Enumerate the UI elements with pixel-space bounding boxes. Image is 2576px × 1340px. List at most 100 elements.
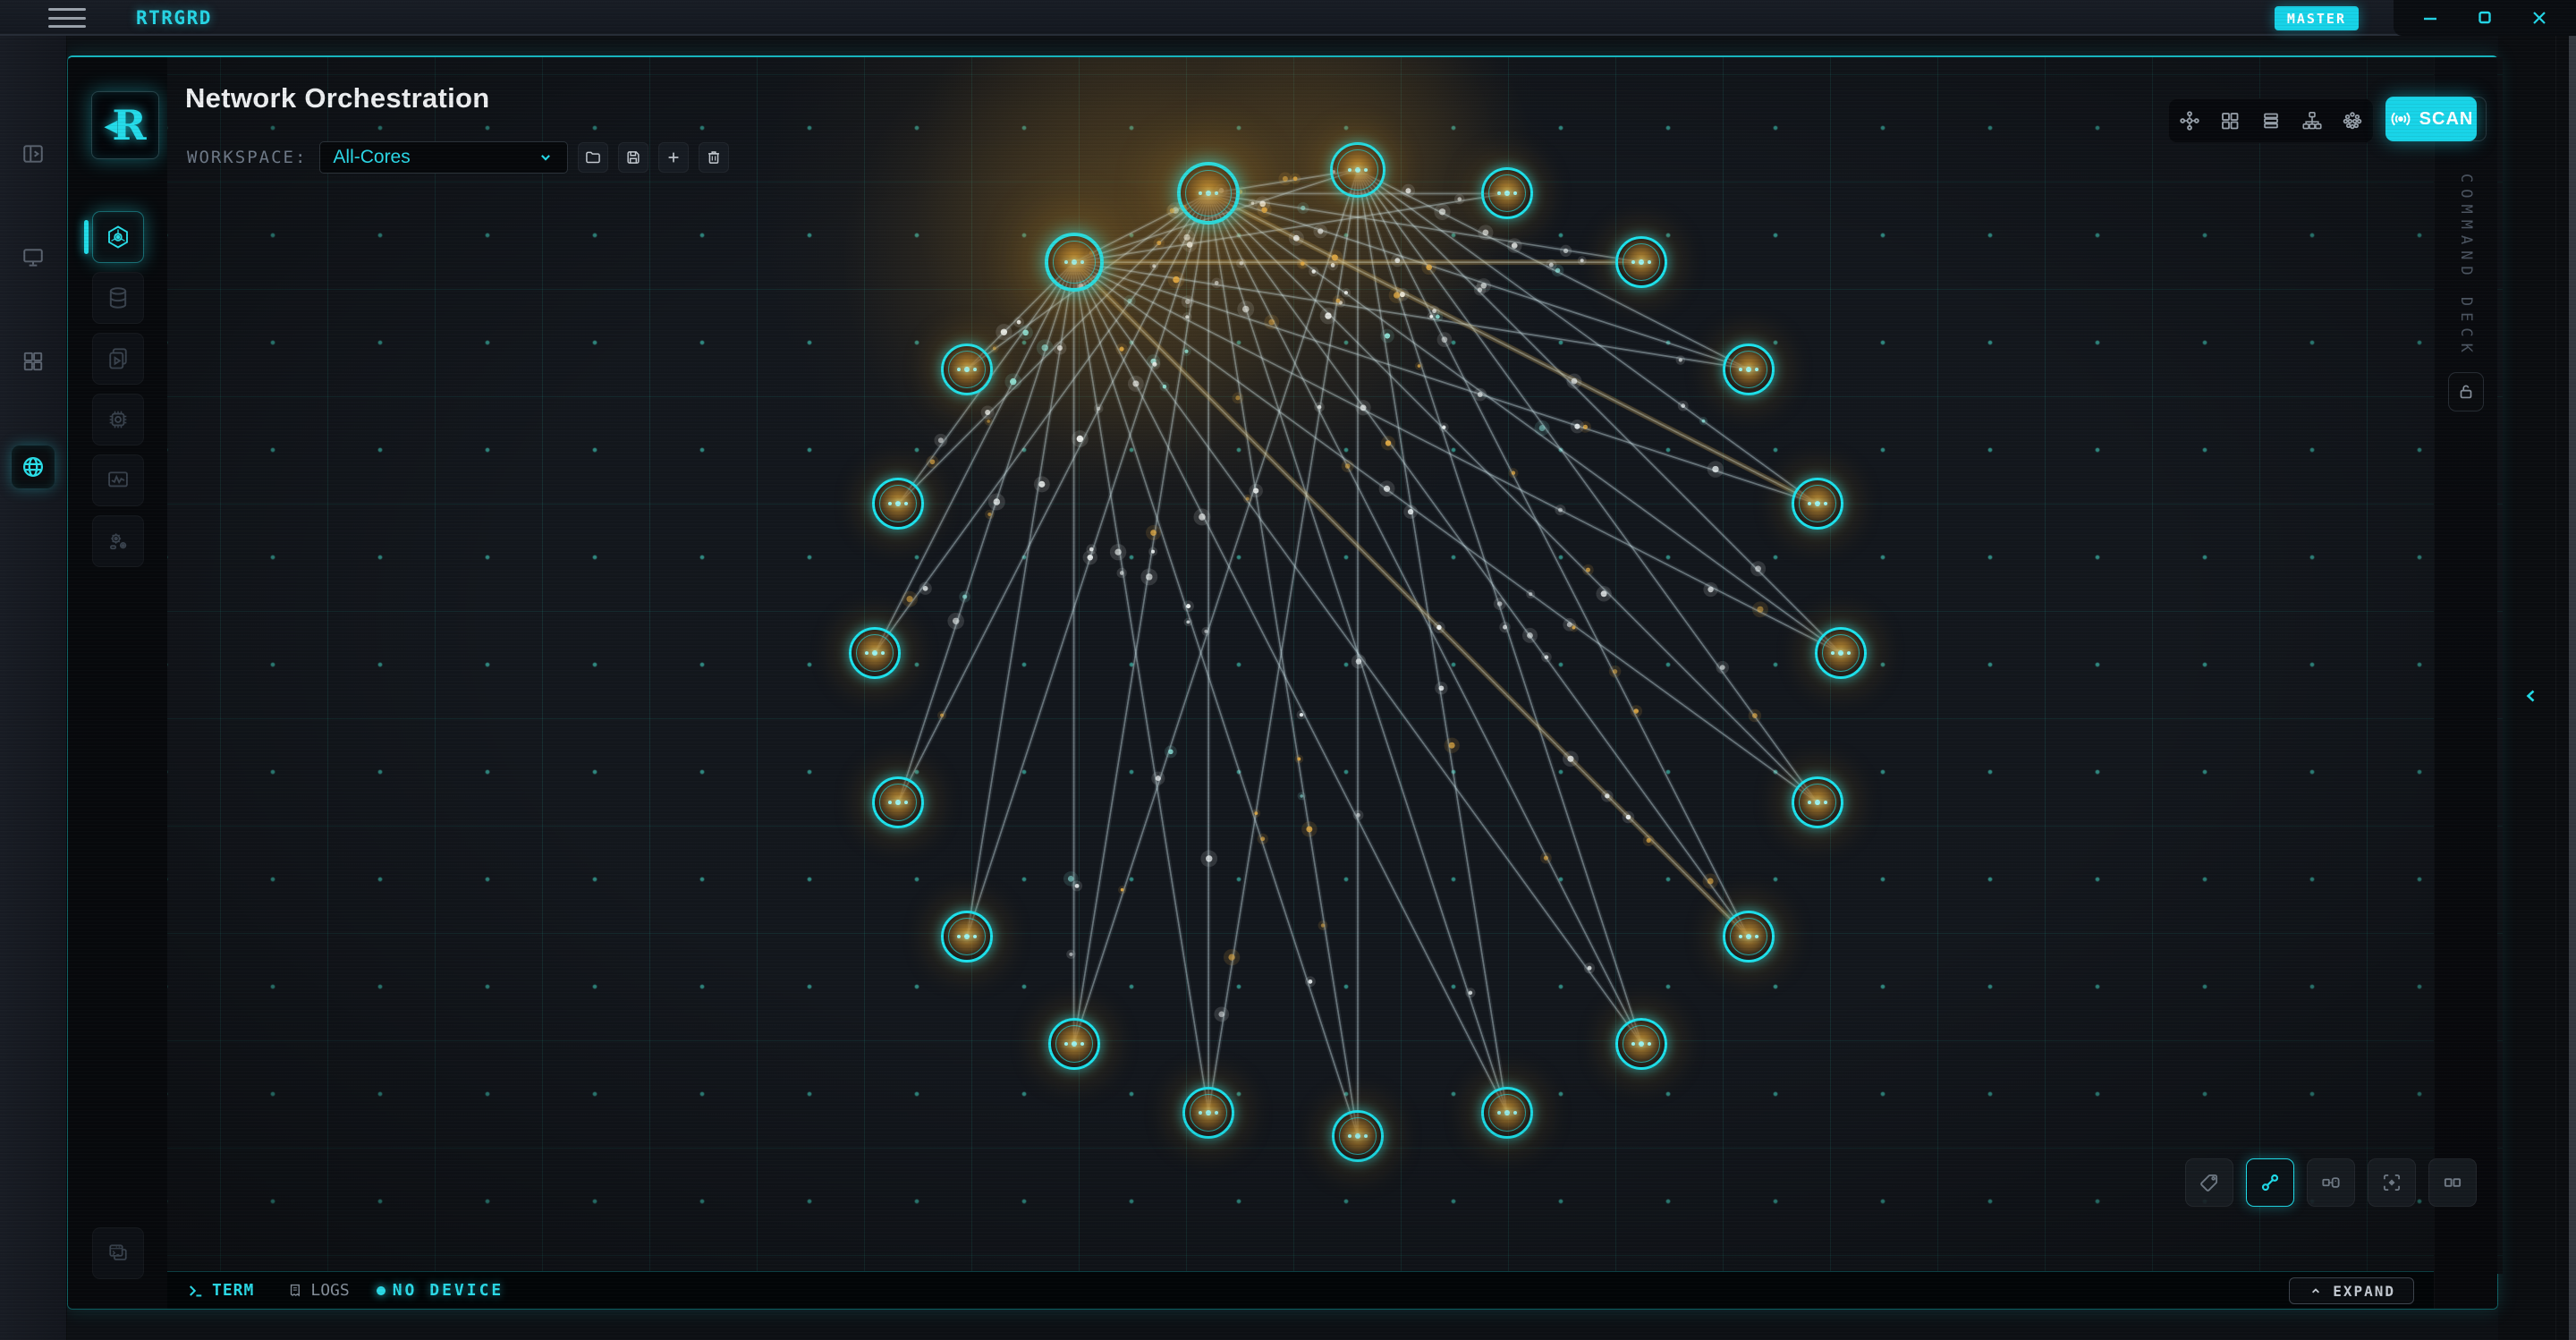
- logo-r-glyph: ◂R: [104, 101, 146, 149]
- radial-layout-button[interactable]: [2336, 105, 2368, 137]
- graph-node-core-13[interactable]: [941, 911, 993, 963]
- device-status-dot: [377, 1286, 386, 1295]
- rail-displays-button[interactable]: [12, 236, 55, 279]
- term-tab[interactable]: TERM: [187, 1281, 254, 1300]
- tree-layout-button[interactable]: [2296, 105, 2328, 137]
- stack-layout-icon: [2260, 110, 2282, 131]
- graph-node-core-18[interactable]: [1045, 233, 1104, 292]
- window-edge: [2569, 36, 2576, 1340]
- delete-workspace-button[interactable]: [699, 142, 729, 173]
- sidebar-telemetry-button[interactable]: [92, 454, 144, 506]
- menu-button[interactable]: [48, 8, 86, 28]
- graph-node-core-02[interactable]: [1615, 236, 1667, 288]
- panel-toggle-icon: [21, 142, 45, 165]
- drawer-toggle-button[interactable]: [2516, 675, 2546, 717]
- node-status-dots: [1794, 480, 1841, 527]
- add-workspace-button[interactable]: [658, 142, 689, 173]
- node-status-dots: [1725, 913, 1772, 960]
- rail-network-button[interactable]: [12, 445, 55, 488]
- graph-node-core-07[interactable]: [1723, 911, 1775, 963]
- sidebar-scripts-button[interactable]: [92, 333, 144, 385]
- save-workspace-button[interactable]: [618, 142, 648, 173]
- right-strip-divider: [2555, 36, 2556, 1340]
- chevron-up-icon: [2308, 1283, 2324, 1299]
- terminal-prompt-icon: [187, 1282, 205, 1300]
- graph-node-core-03[interactable]: [1723, 343, 1775, 395]
- graph-node-core-19[interactable]: [1177, 162, 1240, 225]
- link-tool-icon: [2258, 1171, 2282, 1194]
- graph-node-core-09[interactable]: [1481, 1087, 1533, 1139]
- graph-node-core-12[interactable]: [1048, 1018, 1100, 1070]
- graph-node-core-15[interactable]: [849, 627, 901, 679]
- term-label: TERM: [212, 1281, 254, 1300]
- open-folder-icon: [584, 148, 602, 166]
- sidebar-services-button[interactable]: [92, 515, 144, 567]
- pair-tool-button[interactable]: [2307, 1158, 2355, 1207]
- graph-node-core-17[interactable]: [941, 343, 993, 395]
- monitor-icon: [21, 246, 45, 269]
- node-status-dots: [1725, 346, 1772, 393]
- graph-node-layer: [167, 57, 2503, 1274]
- topology-hex-icon: [105, 224, 131, 250]
- node-status-dots: [1794, 779, 1841, 826]
- graph-node-core-04[interactable]: [1792, 478, 1843, 530]
- node-status-dots: [1048, 236, 1100, 288]
- logs-tab[interactable]: LOGS: [286, 1281, 349, 1300]
- command-deck-label: COMMAND DECK: [2435, 172, 2497, 360]
- graph-node-core-10[interactable]: [1332, 1110, 1384, 1162]
- network-canvas[interactable]: Network Orchestration WORKSPACE: All-Cor…: [167, 57, 2503, 1274]
- graph-node-core-16[interactable]: [872, 478, 924, 530]
- graph-node-core-14[interactable]: [872, 776, 924, 828]
- grid-layout-button[interactable]: [2214, 105, 2246, 137]
- node-status-dots: [1185, 1090, 1232, 1136]
- node-status-dots: [1051, 1021, 1097, 1067]
- sidebar-topology-button[interactable]: [92, 211, 144, 263]
- close-button[interactable]: [2521, 4, 2557, 31]
- tag-tool-button[interactable]: [2185, 1158, 2233, 1207]
- network-globe-icon: [21, 454, 46, 479]
- rail-apps-button[interactable]: [12, 340, 55, 383]
- graph-node-core-00[interactable]: [1330, 142, 1385, 198]
- sidebar-processor-button[interactable]: [92, 394, 144, 445]
- rail-panel-toggle-button[interactable]: [12, 132, 55, 175]
- scan-button[interactable]: SCAN: [2385, 97, 2477, 141]
- minimize-button[interactable]: [2412, 4, 2448, 31]
- workspace-row: WORKSPACE: All-Cores: [187, 141, 729, 174]
- graph-node-core-06[interactable]: [1792, 776, 1843, 828]
- layout-toolbar: [2168, 98, 2374, 143]
- deck-unlock-button[interactable]: [2448, 372, 2484, 411]
- link-tool-button[interactable]: [2246, 1158, 2294, 1207]
- canvas-toolbar: [2185, 1158, 2477, 1207]
- pair-tool-icon: [2319, 1171, 2343, 1194]
- command-deck: COMMAND DECK: [2434, 57, 2497, 1309]
- script-file-icon: [106, 346, 131, 371]
- maximize-button[interactable]: [2467, 4, 2503, 31]
- save-icon: [624, 148, 642, 166]
- node-status-dots: [1333, 145, 1383, 195]
- unlock-icon: [2456, 382, 2476, 402]
- open-workspace-button[interactable]: [578, 142, 608, 173]
- graph-node-core-01[interactable]: [1481, 167, 1533, 219]
- sidebar-terminal-button[interactable]: [92, 1227, 144, 1279]
- grid-layout-icon: [2219, 110, 2241, 131]
- minimize-icon: [2419, 7, 2441, 29]
- node-status-dots: [944, 346, 990, 393]
- tree-layout-icon: [2301, 109, 2324, 132]
- window-controls: [2394, 0, 2576, 36]
- expand-button[interactable]: EXPAND: [2289, 1277, 2414, 1304]
- force-layout-icon: [2178, 109, 2201, 132]
- graph-node-core-08[interactable]: [1615, 1018, 1667, 1070]
- focus-tool-button[interactable]: [2368, 1158, 2416, 1207]
- compare-tool-button[interactable]: [2428, 1158, 2477, 1207]
- app-window: RTRGRD MASTER: [0, 0, 2576, 1340]
- sidebar-database-button[interactable]: [92, 272, 144, 324]
- workspace-select[interactable]: All-Cores: [319, 141, 568, 174]
- force-layout-button[interactable]: [2174, 105, 2206, 137]
- device-status: NO DEVICE: [377, 1281, 504, 1300]
- chevron-left-icon: [2521, 685, 2542, 707]
- stack-layout-button[interactable]: [2255, 105, 2287, 137]
- telemetry-monitor-icon: [106, 468, 131, 493]
- graph-node-core-05[interactable]: [1815, 627, 1867, 679]
- graph-node-core-11[interactable]: [1182, 1087, 1234, 1139]
- compare-tool-icon: [2441, 1171, 2464, 1194]
